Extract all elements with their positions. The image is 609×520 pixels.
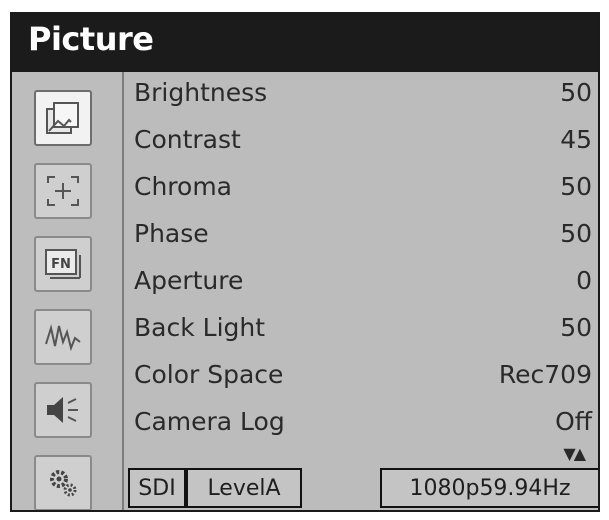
setting-value: 50 xyxy=(560,313,592,342)
menu-title: Picture xyxy=(28,20,154,58)
setting-row-chroma[interactable]: Chroma 50 xyxy=(124,170,598,210)
audio-category-button[interactable] xyxy=(34,382,92,438)
setting-row-contrast[interactable]: Contrast 45 xyxy=(124,123,598,163)
setting-row-back-light[interactable]: Back Light 50 xyxy=(124,311,598,351)
system-icon xyxy=(45,466,81,500)
audio-icon xyxy=(44,393,82,427)
setting-label: Back Light xyxy=(134,313,266,342)
setting-value: 0 xyxy=(576,266,592,295)
setting-value: 45 xyxy=(560,125,592,154)
sdi-level-indicator: LevelA xyxy=(186,468,302,508)
picture-category-button[interactable] xyxy=(34,90,92,146)
input-source-indicator: SDI xyxy=(128,468,186,508)
setting-label: Camera Log xyxy=(134,407,285,436)
waveform-icon xyxy=(44,320,82,354)
setting-label: Contrast xyxy=(134,125,241,154)
scroll-arrows-icon[interactable]: ▼▲ xyxy=(563,444,586,463)
marker-icon xyxy=(45,174,81,208)
setting-label: Aperture xyxy=(134,266,244,295)
marker-category-button[interactable] xyxy=(34,163,92,219)
setting-label: Color Space xyxy=(134,360,284,389)
category-sidebar: FN xyxy=(12,72,122,510)
setting-value: Off xyxy=(555,407,592,436)
function-category-button[interactable]: FN xyxy=(34,236,92,292)
picture-menu-window: Picture FN Brightness 50 Contrast 45 Chr… xyxy=(10,12,600,512)
setting-label: Brightness xyxy=(134,78,268,107)
setting-value: 50 xyxy=(560,78,592,107)
settings-list: Brightness 50 Contrast 45 Chroma 50 Phas… xyxy=(124,72,598,510)
setting-label: Chroma xyxy=(134,172,232,201)
setting-row-phase[interactable]: Phase 50 xyxy=(124,217,598,257)
setting-row-color-space[interactable]: Color Space Rec709 xyxy=(124,358,598,398)
system-category-button[interactable] xyxy=(34,455,92,510)
setting-row-aperture[interactable]: Aperture 0 xyxy=(124,264,598,304)
video-format-indicator: 1080p59.94Hz xyxy=(380,468,598,508)
fn-icon: FN xyxy=(44,247,82,281)
setting-row-brightness[interactable]: Brightness 50 xyxy=(124,76,598,116)
setting-value: 50 xyxy=(560,172,592,201)
svg-text:FN: FN xyxy=(51,257,71,272)
waveform-category-button[interactable] xyxy=(34,309,92,365)
setting-value: 50 xyxy=(560,219,592,248)
picture-icon xyxy=(45,101,81,135)
setting-row-camera-log[interactable]: Camera Log Off xyxy=(124,405,598,445)
setting-value: Rec709 xyxy=(498,360,592,389)
setting-label: Phase xyxy=(134,219,209,248)
title-bar: Picture xyxy=(12,14,598,72)
